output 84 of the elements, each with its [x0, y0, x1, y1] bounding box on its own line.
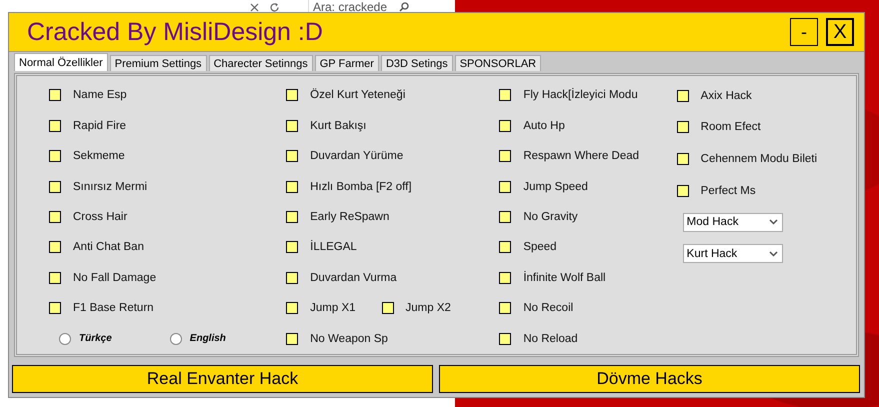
- checkbox[interactable]: [286, 120, 298, 132]
- checkbox-label: Auto Hp: [523, 120, 565, 132]
- close-button[interactable]: X: [826, 18, 854, 46]
- checkbox-label: Respawn Where Dead: [523, 150, 640, 162]
- checkbox-label: Cross Hair: [73, 210, 128, 223]
- checkbox[interactable]: [286, 302, 298, 314]
- checkbox[interactable]: [676, 90, 689, 102]
- checkbox[interactable]: [676, 152, 689, 165]
- checkbox[interactable]: [286, 210, 298, 223]
- search-icon: [399, 2, 410, 12]
- checkbox[interactable]: [499, 180, 512, 193]
- checkbox[interactable]: [286, 241, 298, 254]
- checkbox-label: Kurt Bakışı: [310, 120, 366, 132]
- checkbox-label: Sınırsız Mermi: [73, 180, 148, 193]
- checkbox[interactable]: [49, 302, 61, 314]
- minimize-button[interactable]: -: [790, 18, 818, 46]
- checkbox[interactable]: [499, 210, 512, 223]
- checkbox-label: No Reload: [523, 332, 578, 345]
- checkbox-label: Duvardan Yürüme: [310, 150, 404, 162]
- dropdown[interactable]: Kurt Hack: [682, 244, 783, 264]
- tab[interactable]: Premium Settings: [110, 55, 207, 71]
- checkbox-label: İLLEGAL: [310, 241, 357, 254]
- checkbox-label: İnfinite Wolf Ball: [523, 272, 606, 284]
- checkbox[interactable]: [286, 272, 298, 284]
- checkbox[interactable]: [499, 150, 512, 162]
- checkbox-label: Axix Hack: [700, 90, 752, 102]
- tab[interactable]: Charecter Setinngs: [208, 55, 313, 71]
- action-button[interactable]: Real Envanter Hack: [12, 365, 433, 393]
- checkbox[interactable]: [676, 184, 689, 197]
- checkbox-label: Sekmeme: [73, 150, 125, 162]
- checkbox[interactable]: [499, 120, 512, 132]
- checkbox[interactable]: [286, 150, 298, 162]
- checkbox-label: Jump Speed: [523, 180, 588, 193]
- checkbox[interactable]: [382, 302, 394, 314]
- checkbox-label: Duvardan Vurma: [310, 272, 397, 284]
- tab[interactable]: SPONSORLAR: [454, 55, 542, 71]
- checkbox-label: No Weapon Sp: [310, 332, 388, 345]
- radio-button[interactable]: [170, 332, 182, 345]
- checkbox-label: Rapid Fire: [73, 120, 126, 132]
- checkbox[interactable]: [49, 272, 61, 284]
- checkbox[interactable]: [49, 89, 61, 102]
- checkbox[interactable]: [286, 89, 298, 102]
- radio-label: English: [190, 333, 226, 344]
- checkbox-label: Perfect Ms: [700, 184, 756, 197]
- checkbox-label: Early ReSpawn: [310, 210, 390, 223]
- radio-button[interactable]: [59, 332, 71, 345]
- close-icon[interactable]: [250, 2, 259, 12]
- checkbox[interactable]: [49, 180, 61, 193]
- checkbox[interactable]: [49, 120, 61, 132]
- checkbox[interactable]: [499, 272, 512, 284]
- checkbox[interactable]: [676, 121, 689, 134]
- tab[interactable]: D3D Setings: [380, 55, 453, 71]
- checkbox-label: Jump X2: [406, 302, 451, 314]
- action-button[interactable]: Dövme Hacks: [439, 365, 860, 393]
- checkbox-label: Cehennem Modu Bileti: [700, 152, 818, 165]
- dropdown[interactable]: Mod Hack: [682, 212, 783, 232]
- checkbox[interactable]: [49, 150, 61, 162]
- chevron-icon: [768, 219, 778, 226]
- checkbox-label: Speed: [523, 241, 557, 254]
- refresh-icon[interactable]: [269, 2, 280, 12]
- checkbox-label: Özel Kurt Yeteneği: [310, 89, 406, 102]
- checkbox[interactable]: [49, 241, 61, 254]
- checkbox-label: Hızlı Bomba [F2 off]: [310, 180, 412, 193]
- tab[interactable]: GP Farmer: [314, 55, 379, 71]
- checkbox[interactable]: [499, 89, 512, 102]
- checkbox[interactable]: [286, 332, 298, 345]
- window-title: Cracked By MisliDesign :D: [27, 18, 323, 46]
- checkbox-label: Fly Hack[İzleyici Modu: [523, 89, 638, 102]
- checkbox-label: Name Esp: [73, 89, 127, 102]
- checkbox-label: F1 Base Return: [73, 302, 154, 314]
- chevron-icon: [768, 250, 778, 257]
- radio-label: Türkçe: [79, 333, 112, 344]
- checkbox-label: No Fall Damage: [73, 272, 156, 284]
- checkbox-label: Room Efect: [700, 121, 761, 134]
- checkbox[interactable]: [499, 332, 512, 345]
- checkbox-label: No Recoil: [523, 302, 574, 314]
- checkbox[interactable]: [499, 302, 512, 314]
- checkbox[interactable]: [286, 180, 298, 193]
- checkbox-label: Jump X1: [310, 302, 356, 314]
- checkbox[interactable]: [499, 241, 512, 254]
- checkbox[interactable]: [49, 210, 61, 223]
- checkbox-label: No Gravity: [523, 210, 578, 223]
- checkbox-label: Anti Chat Ban: [73, 241, 144, 254]
- tab[interactable]: Normal Özellikler: [14, 53, 108, 71]
